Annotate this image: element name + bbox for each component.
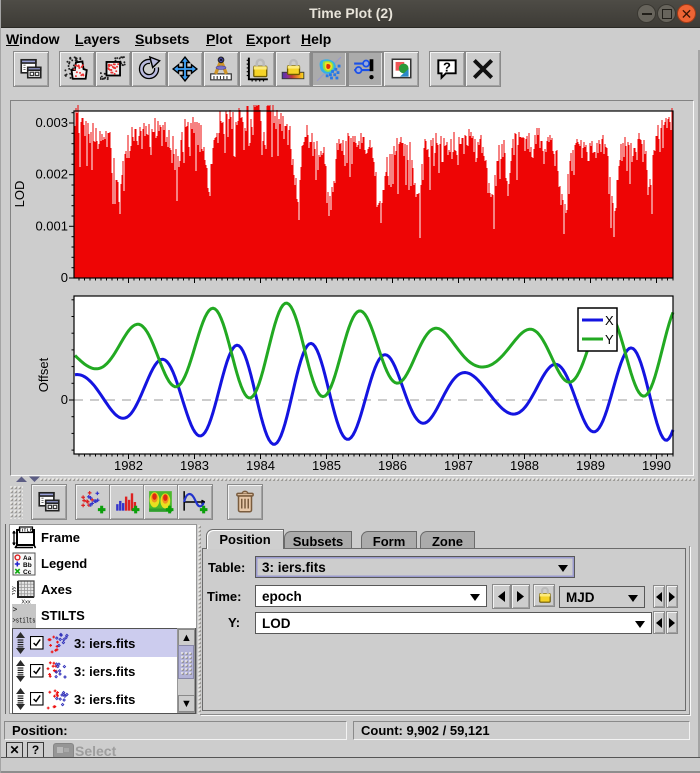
svg-text:1989: 1989 (576, 458, 605, 473)
svg-text:1983: 1983 (180, 458, 209, 473)
svg-text:1988: 1988 (510, 458, 539, 473)
svg-text:Yyy: Yyy (12, 586, 17, 595)
svg-text:1986: 1986 (378, 458, 407, 473)
svg-text:0.003: 0.003 (35, 115, 68, 130)
svg-text:LOD: LOD (12, 181, 27, 208)
svg-text:Cc: Cc (23, 569, 32, 576)
svg-text:Aa: Aa (23, 555, 32, 562)
svg-text:1984: 1984 (246, 458, 275, 473)
svg-text:Offset: Offset (36, 357, 51, 392)
svg-text:Bb: Bb (23, 562, 32, 569)
svg-text:1990: 1990 (642, 458, 671, 473)
svg-text:TITLE: TITLE (19, 528, 34, 533)
svg-text:>stilts: >stilts (13, 618, 36, 626)
svg-text:1982: 1982 (114, 458, 143, 473)
svg-text:>: > (13, 606, 18, 615)
svg-text:0.002: 0.002 (35, 167, 68, 182)
svg-text:Y: Y (605, 332, 614, 347)
svg-text:1987: 1987 (444, 458, 473, 473)
svg-text:0: 0 (61, 270, 68, 285)
svg-text:?: ? (443, 60, 451, 75)
svg-text:0: 0 (61, 392, 68, 407)
svg-text:X: X (605, 313, 614, 328)
svg-text:0.001: 0.001 (35, 218, 68, 233)
svg-text:1985: 1985 (312, 458, 341, 473)
